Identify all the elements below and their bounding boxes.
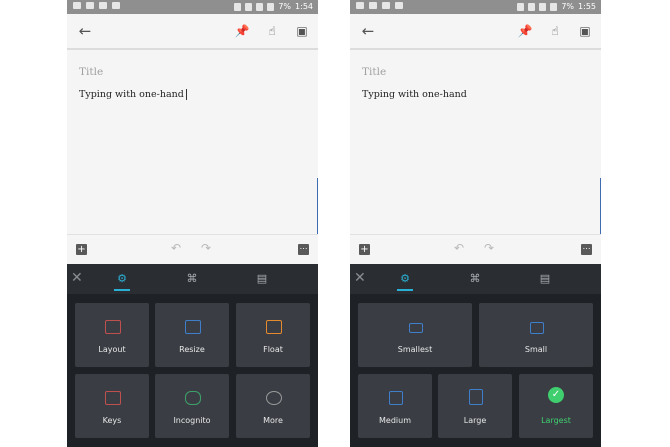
note-body-text: Typing with one-hand bbox=[362, 89, 467, 100]
status-indicators: 7% 1:54 bbox=[234, 2, 313, 12]
back-arrow-icon[interactable]: ← bbox=[358, 21, 378, 41]
keyboard-tab-bar: ✕ ⚙ ⌘ ▤ bbox=[350, 264, 601, 294]
battery-icon bbox=[267, 3, 275, 11]
signal-icon bbox=[256, 3, 264, 11]
tile-label: Layout bbox=[98, 345, 126, 354]
checkmark-icon: ✓ bbox=[548, 387, 564, 403]
size-option-large[interactable]: Large bbox=[438, 374, 512, 438]
more-icon bbox=[266, 391, 282, 405]
tile-label: Keys bbox=[102, 416, 122, 425]
notification-icons bbox=[73, 2, 120, 9]
resize-tile[interactable]: Resize bbox=[155, 303, 229, 367]
tile-label: Smallest bbox=[397, 345, 433, 354]
tile-label: Float bbox=[263, 345, 283, 354]
clipboard-tab-icon[interactable]: ▤ bbox=[255, 272, 269, 286]
archive-icon[interactable]: ▣ bbox=[293, 22, 311, 40]
note-editor[interactable]: Title Typing with one-hand bbox=[350, 50, 601, 234]
edit-bar: + ↶ ↷ ⋯ bbox=[67, 234, 318, 265]
settings-tab-icon[interactable]: ⚙ bbox=[114, 272, 130, 291]
note-body-text: Typing with one-hand bbox=[79, 89, 184, 100]
edit-bar: + ↶ ↷ ⋯ bbox=[350, 234, 601, 265]
clipboard-tab-icon[interactable]: ▤ bbox=[538, 272, 552, 286]
more-menu-icon[interactable]: ⋯ bbox=[581, 244, 592, 255]
archive-icon[interactable]: ▣ bbox=[576, 22, 594, 40]
scrollbar bbox=[317, 178, 318, 234]
tile-label: Small bbox=[524, 345, 548, 354]
battery-percent: 7% bbox=[561, 2, 575, 11]
note-body-input[interactable]: Typing with one-hand bbox=[362, 89, 467, 100]
layout-icon bbox=[105, 320, 121, 334]
keyboard-tab-bar: ✕ ⚙ ⌘ ▤ bbox=[67, 264, 318, 294]
wifi-icon bbox=[245, 3, 253, 11]
status-bar: 7% 1:55 bbox=[350, 0, 601, 14]
tile-label: Largest bbox=[541, 416, 571, 425]
keyboard-size-icon bbox=[389, 391, 403, 405]
text-cursor bbox=[185, 89, 187, 100]
back-arrow-icon[interactable]: ← bbox=[75, 21, 95, 41]
undo-icon[interactable]: ↶ bbox=[171, 241, 181, 255]
reminder-hand-icon[interactable]: ☝ bbox=[263, 22, 281, 40]
close-icon[interactable]: ✕ bbox=[71, 270, 83, 286]
theme-tab-icon[interactable]: ⌘ bbox=[185, 272, 199, 286]
keys-icon bbox=[105, 391, 121, 405]
more-tile[interactable]: More bbox=[236, 374, 310, 438]
signal-icon bbox=[539, 3, 547, 11]
redo-icon[interactable]: ↷ bbox=[484, 241, 494, 255]
phone-screen-left: 7% 1:54 ← 📌 ☝ ▣ Title Typing with one-ha… bbox=[67, 0, 318, 447]
keyboard-settings-panel: Layout Resize Float Keys Incognito More bbox=[67, 294, 318, 447]
resize-icon bbox=[185, 320, 201, 334]
incognito-icon bbox=[185, 391, 201, 405]
tile-label: Incognito bbox=[173, 416, 211, 425]
size-option-smallest[interactable]: Smallest bbox=[358, 303, 472, 367]
keyboard-size-icon bbox=[409, 323, 423, 333]
keys-tile[interactable]: Keys bbox=[75, 374, 149, 438]
clock: 1:54 bbox=[295, 2, 313, 11]
keyboard-size-panel: Smallest Small Medium Large ✓ Largest bbox=[350, 294, 601, 447]
keyboard-size-icon bbox=[530, 322, 544, 334]
note-toolbar: ← 📌 ☝ ▣ bbox=[350, 14, 601, 48]
tile-label: More bbox=[263, 416, 283, 425]
notification-icons bbox=[356, 2, 403, 9]
add-icon[interactable]: + bbox=[76, 244, 87, 255]
battery-icon bbox=[550, 3, 558, 11]
tile-label: Medium bbox=[379, 416, 411, 425]
incognito-tile[interactable]: Incognito bbox=[155, 374, 229, 438]
note-title-input[interactable]: Title bbox=[79, 66, 103, 78]
note-toolbar: ← 📌 ☝ ▣ bbox=[67, 14, 318, 48]
tile-label: Resize bbox=[179, 345, 205, 354]
scrollbar bbox=[600, 178, 601, 234]
battery-percent: 7% bbox=[278, 2, 292, 11]
bluetooth-icon bbox=[234, 3, 242, 11]
redo-icon[interactable]: ↷ bbox=[201, 241, 211, 255]
pin-icon[interactable]: 📌 bbox=[233, 22, 251, 40]
float-icon bbox=[266, 320, 282, 334]
phone-screen-right: 7% 1:55 ← 📌 ☝ ▣ Title Typing with one-ha… bbox=[350, 0, 601, 447]
note-body-input[interactable]: Typing with one-hand bbox=[79, 89, 187, 100]
size-option-medium[interactable]: Medium bbox=[358, 374, 432, 438]
status-indicators: 7% 1:55 bbox=[517, 2, 596, 12]
status-bar: 7% 1:54 bbox=[67, 0, 318, 14]
undo-icon[interactable]: ↶ bbox=[454, 241, 464, 255]
pin-icon[interactable]: 📌 bbox=[516, 22, 534, 40]
float-tile[interactable]: Float bbox=[236, 303, 310, 367]
theme-tab-icon[interactable]: ⌘ bbox=[468, 272, 482, 286]
note-title-input[interactable]: Title bbox=[362, 66, 386, 78]
reminder-hand-icon[interactable]: ☝ bbox=[546, 22, 564, 40]
bluetooth-icon bbox=[517, 3, 525, 11]
wifi-icon bbox=[528, 3, 536, 11]
more-menu-icon[interactable]: ⋯ bbox=[298, 244, 309, 255]
close-icon[interactable]: ✕ bbox=[354, 270, 366, 286]
size-option-small[interactable]: Small bbox=[479, 303, 593, 367]
note-editor[interactable]: Title Typing with one-hand bbox=[67, 50, 318, 234]
clock: 1:55 bbox=[578, 2, 596, 11]
size-option-largest[interactable]: ✓ Largest bbox=[519, 374, 593, 438]
tile-label: Large bbox=[463, 416, 487, 425]
keyboard-size-icon bbox=[469, 389, 483, 405]
layout-tile[interactable]: Layout bbox=[75, 303, 149, 367]
add-icon[interactable]: + bbox=[359, 244, 370, 255]
settings-tab-icon[interactable]: ⚙ bbox=[397, 272, 413, 291]
